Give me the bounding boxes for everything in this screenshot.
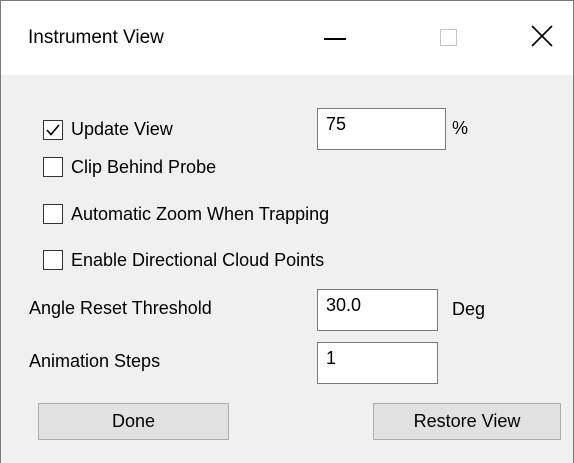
done-button[interactable]: Done <box>38 403 229 440</box>
maximize-icon <box>440 29 457 46</box>
title-bar[interactable]: Instrument View <box>1 1 573 75</box>
angle-reset-threshold-input[interactable]: 30.0 <box>317 289 438 331</box>
directional-cloud-points-label[interactable]: Enable Directional Cloud Points <box>71 250 324 271</box>
instrument-view-window: Instrument View Update View 75 % Clip Be… <box>0 0 574 463</box>
minimize-icon <box>324 38 346 40</box>
window-title: Instrument View <box>28 27 164 48</box>
dialog-body: Update View 75 % Clip Behind Probe Autom… <box>1 75 573 463</box>
angle-reset-threshold-label: Angle Reset Threshold <box>29 298 212 318</box>
automatic-zoom-checkbox[interactable] <box>43 204 63 224</box>
animation-steps-input[interactable]: 1 <box>317 342 438 384</box>
close-icon <box>531 25 553 47</box>
clip-behind-probe-label[interactable]: Clip Behind Probe <box>71 157 216 178</box>
directional-cloud-points-checkbox[interactable] <box>43 250 63 270</box>
automatic-zoom-label[interactable]: Automatic Zoom When Trapping <box>71 204 329 225</box>
update-view-unit: % <box>452 118 469 138</box>
update-view-percent-input[interactable]: 75 <box>317 108 446 150</box>
animation-steps-label: Animation Steps <box>29 351 161 371</box>
angle-reset-unit: Deg <box>452 299 486 319</box>
close-button[interactable] <box>501 1 571 75</box>
minimize-button[interactable] <box>306 1 376 75</box>
maximize-button <box>413 1 483 75</box>
restore-view-button[interactable]: Restore View <box>373 403 561 440</box>
update-view-label[interactable]: Update View <box>71 119 173 140</box>
update-view-checkbox[interactable] <box>43 120 63 140</box>
checkmark-icon <box>46 124 60 136</box>
clip-behind-probe-checkbox[interactable] <box>43 157 63 177</box>
